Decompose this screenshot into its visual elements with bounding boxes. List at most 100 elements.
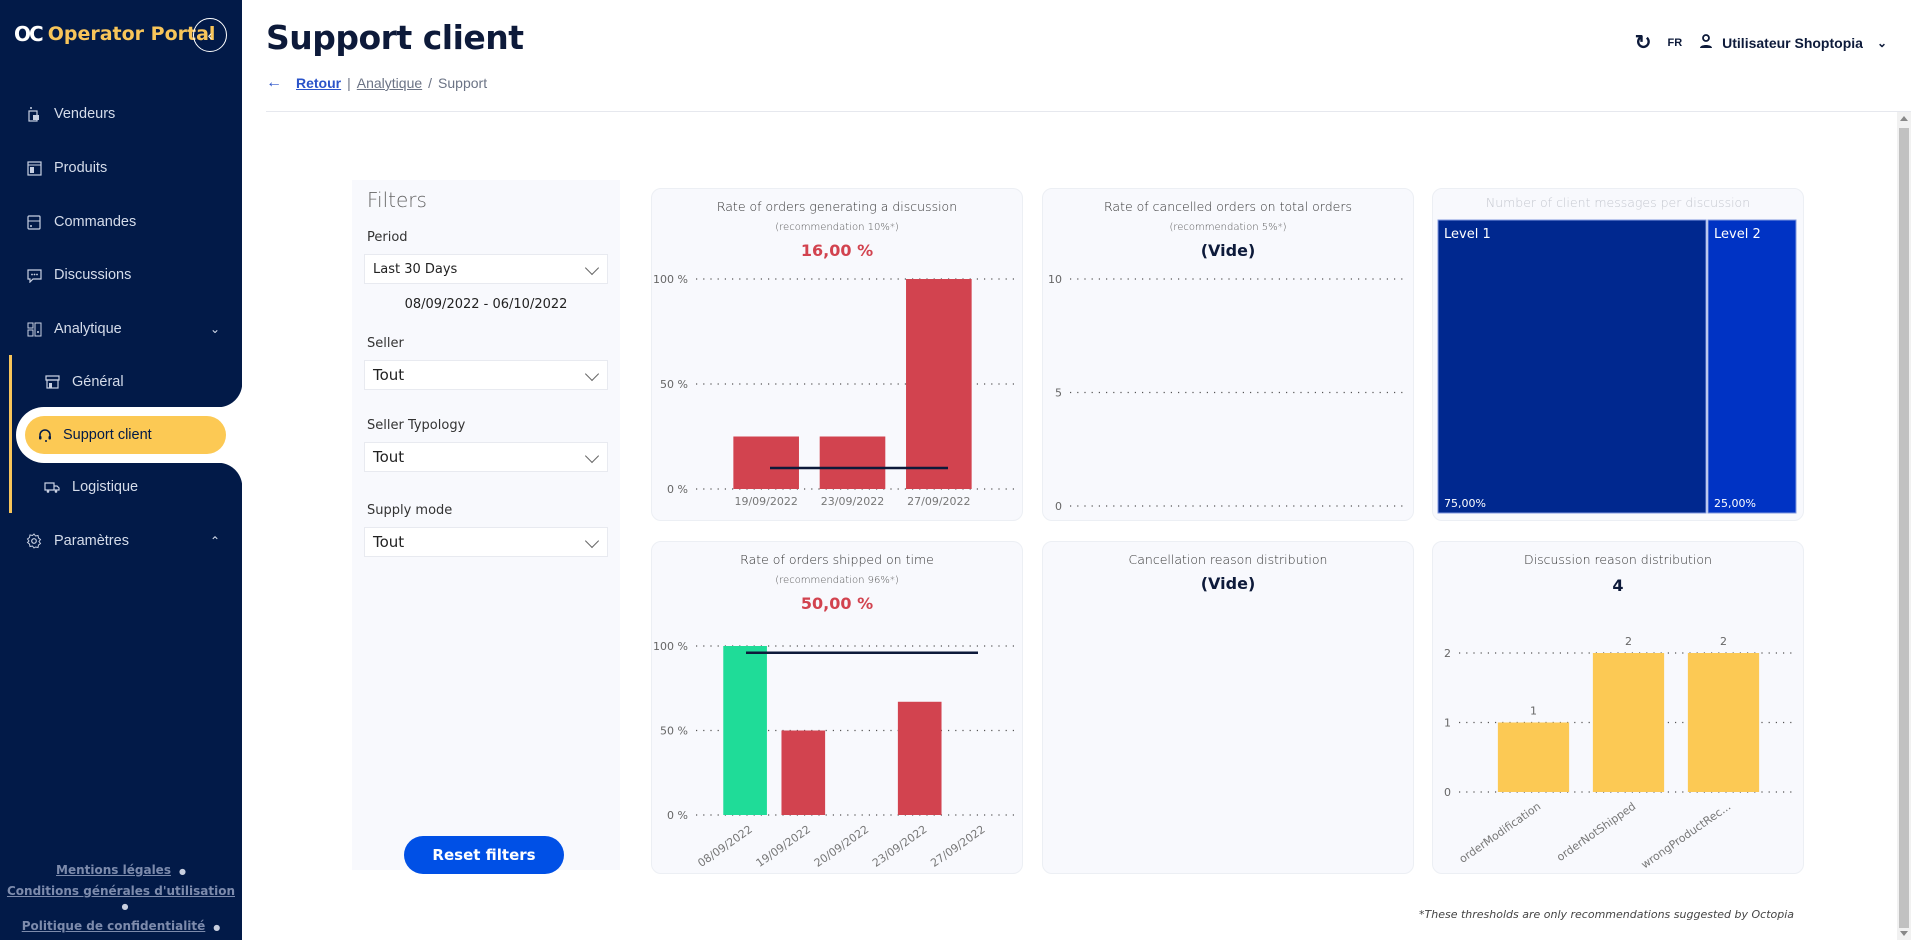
breadcrumb: ← Retour | Analytique / Support [266,74,487,92]
supply-mode-select[interactable]: Tout [364,527,608,557]
breadcrumb-analytique[interactable]: Analytique [357,75,422,91]
x-tick-label: 23/09/2022 [870,823,929,870]
arrow-left-icon[interactable]: ← [266,74,282,92]
sidebar-label: Vendeurs [54,106,116,122]
filters-panel: Filters Period Last 30 Days 08/09/2022 -… [352,180,620,874]
bar [781,730,826,815]
sidebar-item-support-client[interactable]: Support client [25,416,226,454]
chart-shipped-on-time: 0 % 50 % 100 % 08/09/202219/09/202220/09/20… [653,640,1014,870]
chart-card-shipped-on-time: Rate of orders shipped on time (recommen… [651,541,1023,874]
chevron-down-icon [584,533,600,549]
scroll-down-arrow[interactable] [1900,931,1908,936]
bar [906,279,972,489]
sidebar-item-analytique[interactable]: Analytique ⌄ [0,309,242,349]
sidebar-item-discussions[interactable]: Discussions [0,255,242,295]
treemap-label: Level 1 [1444,227,1491,242]
treemap-value: 75,00% [1444,497,1486,510]
page-title: Support client [266,18,524,57]
seller-value: Tout [373,366,405,384]
chevron-down-icon: ⌄ [209,322,220,336]
x-tick-label: wrongProductRec... [1639,800,1733,872]
gear-icon [26,533,42,549]
sidebar-item-logistique[interactable]: Logistique [0,467,242,507]
breadcrumb-current: Support [438,75,488,91]
period-select[interactable]: Last 30 Days [364,254,608,284]
bar [897,701,942,815]
dashboard-icon [26,321,42,337]
typology-select[interactable]: Tout [364,442,608,472]
bar [723,646,767,815]
user-menu[interactable]: Utilisateur Shoptopia ⌄ [1698,33,1887,52]
seller-label: Seller [367,336,404,351]
x-tick-label: 20/09/2022 [812,823,871,870]
chart-cancelled-rate: 0 5 10 [1048,273,1405,513]
x-tick-label: orderModification [1457,800,1543,866]
y-tick-label: 100 % [653,273,688,286]
y-tick-label: 0 [1444,786,1451,799]
bar [1687,653,1760,792]
store-icon [44,374,60,390]
chart-card-messages-per-discussion: Number of client messages per discussion… [1432,188,1804,521]
period-label: Period [367,230,408,245]
period-value: Last 30 Days [373,261,458,277]
y-tick-label: 100 % [653,640,688,653]
breadcrumb-separator: | [347,75,351,91]
refresh-icon[interactable]: ↻ [1635,30,1652,55]
orders-icon [26,214,42,230]
logo[interactable]: OC Operator Portal [14,22,215,46]
chart-kpi: (Vide) [1200,574,1256,593]
x-tick-label: 08/09/2022 [695,823,754,870]
date-range: 08/09/2022 - 06/10/2022 [404,297,568,312]
supply-mode-label: Supply mode [367,503,453,518]
scrollbar[interactable] [1897,112,1911,940]
y-tick-label: 0 % [667,809,688,822]
chart-messages-treemap: Level 1 75,00% Level 2 25,00% [1437,219,1797,514]
header-actions: ↻ FR Utilisateur Shoptopia ⌄ [1635,30,1887,55]
supply-mode-value: Tout [373,533,405,551]
headset-icon [37,427,53,443]
chart-discussion-rate: 0 % 50 % 100 % 19/09/2022 23/09/2022 27/09/20… [653,273,1014,508]
y-tick-label: 2 [1444,647,1451,660]
chevron-down-icon: ⌄ [1876,35,1887,50]
collapse-sidebar-button[interactable]: ‹ [193,18,227,52]
treemap-value: 25,00% [1714,497,1756,510]
scroll-thumb[interactable] [1899,128,1909,928]
privacy-link[interactable]: Politique de confidentialité [0,919,242,933]
sidebar-item-produits[interactable]: Produits [0,148,242,188]
user-name: Utilisateur Shoptopia [1722,34,1863,51]
sidebar-label: Produits [54,160,108,176]
x-tick-label: orderNotShipped [1554,800,1638,864]
bar [1497,722,1570,792]
products-icon [26,160,42,176]
typology-label: Seller Typology [367,418,466,433]
sidebar: OC Operator Portal ‹ Vendeurs Produits C… [0,0,242,940]
sidebar-item-vendeurs[interactable]: Vendeurs [0,94,242,134]
chart-title: Cancellation reason distribution [1128,552,1328,567]
legal-notice-link[interactable]: Mentions légales [0,863,242,877]
sidebar-label: Discussions [54,267,132,283]
sidebar-item-parametres[interactable]: Paramètres ⌃ [0,521,242,561]
chart-discussion-reasons: 0 1 2 1 orderModification 2 orderNotShipped 2 wr… [1444,635,1795,872]
sidebar-item-general[interactable]: Général [0,362,242,402]
treemap-tile [1437,219,1707,514]
chevron-up-icon: ⌃ [209,534,220,548]
terms-link[interactable]: Conditions générales d'utilisation [0,884,242,912]
sidebar-label: Analytique [54,321,122,337]
sellers-icon [26,106,42,122]
chevron-left-icon: ‹ [207,27,213,43]
reset-filters-button[interactable]: Reset filters [404,836,564,874]
y-tick-label: 5 [1055,387,1062,400]
header-divider [266,111,1911,112]
back-link[interactable]: Retour [296,75,341,91]
x-tick-label: 19/09/2022 [754,823,813,870]
chart-card-discussion-rate: Rate of orders generating a discussion (… [651,188,1023,521]
y-tick-label: 1 [1444,717,1451,730]
sidebar-item-commandes[interactable]: Commandes [0,202,242,242]
chart-card-cancelled-rate: Rate of cancelled orders on total orders… [1042,188,1414,521]
scroll-up-arrow[interactable] [1900,116,1908,121]
bar [819,436,886,489]
user-icon [1698,33,1714,52]
y-tick-label: 50 % [660,378,688,391]
seller-select[interactable]: Tout [364,360,608,390]
language-switcher[interactable]: FR [1667,37,1682,49]
